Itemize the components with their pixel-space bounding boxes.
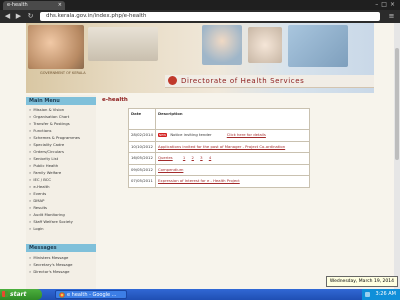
column-header-description: Description [155,108,310,130]
sidebar-item-results[interactable]: Results [29,204,47,211]
table-row: 07/05/2011 Expression of Interest for e … [128,175,310,188]
sidebar-item-speciality-cadre[interactable]: Speciality Cadre [29,141,64,148]
browser-toolbar: ◀ ▶ ↻ dhs.kerala.gov.in/index.php/e-heal… [0,10,400,23]
browser-tab-strip: e-health × –□× [0,0,400,10]
sidebar-item-family-welfare[interactable]: Family Welfare [29,169,61,176]
main-menu-heading: Main Menu [26,97,96,105]
row-date: 07/05/2011 [128,175,156,188]
sidebar-item-schemes[interactable]: Schemes & Programmes [29,134,80,141]
tab-title: e-health [7,2,28,8]
back-icon[interactable]: ◀ [3,12,12,21]
clock-tooltip: Wednesday, March 19, 2014 [325,276,398,287]
browser-menu-icon[interactable]: ≡ [387,12,396,21]
expression-of-interest-link[interactable]: Expression of Interest for e - Health Pr… [158,178,240,183]
window-controls[interactable]: –□× [375,1,398,9]
sidebar-item-staff-welfare[interactable]: Staff Welfare Society [29,218,73,225]
e-health-table: Date Description 28/02/2014 NEW Notice i… [128,108,310,188]
reload-icon[interactable]: ↻ [26,12,35,21]
row-date: 09/05/2012 [128,163,156,176]
sidebar-item-director-message[interactable]: Director's Message [29,268,69,275]
chrome-icon [59,292,65,298]
dhs-logo-icon [168,76,177,85]
forward-icon[interactable]: ▶ [14,12,23,21]
row-description: NEW Notice inviting tender Click here fo… [155,129,310,142]
taskbar-chrome-button[interactable]: e health - Google ... [55,290,127,299]
banner-photo-doctor [202,25,242,65]
tab-close-icon[interactable]: × [58,1,62,10]
banner-photo-family [88,27,158,61]
windows-logo-icon [2,291,8,297]
row-description: Compendium [155,163,310,176]
sidebar-item-iec-bcc[interactable]: IEC / BCC [29,176,51,183]
banner-photo-baby [248,27,282,63]
page-viewport: GOVERNMENT OF KERALA Directorate of Heal… [0,23,400,289]
row-date: 16/05/2012 [128,152,156,165]
sidebar-item-events[interactable]: Events [29,190,46,197]
page-link-2[interactable]: 2 [192,155,194,160]
column-header-date: Date [128,108,156,130]
sidebar-item-public-health[interactable]: Public Health [29,162,58,169]
network-icon[interactable] [365,292,370,297]
sidebar-item-audit-monitoring[interactable]: Audit Monitoring [29,211,64,218]
row-description: Expression of Interest for e - Health Pr… [155,175,310,188]
table-row: 10/10/2012 Applications invited for the … [128,140,310,153]
row-description: Queries 1 2 3 4 [155,152,310,165]
org-title: Directorate of Health Services [181,77,305,85]
compendium-link[interactable]: Compendium [158,167,183,172]
page-link-4[interactable]: 4 [209,155,211,160]
sidebar-item-dmap[interactable]: DMAP [29,197,44,204]
sidebar: Main Menu Mission & Vision Organisation … [26,95,96,289]
taskbar-button-label: e health - Google ... [67,292,117,298]
sidebar-item-mission-vision[interactable]: Mission & Vision [29,106,64,113]
queries-link[interactable]: Queries [158,155,173,160]
scrollbar-thumb[interactable] [395,48,399,160]
clock[interactable]: 3:26 AM [375,291,396,297]
banner-photo-mother-child [28,25,84,69]
sidebar-item-login[interactable]: Login [29,225,43,232]
row-description: Applications invited for the post of Man… [155,140,310,153]
page-link-3[interactable]: 3 [200,155,202,160]
new-badge: NEW [158,133,168,137]
sidebar-item-functions[interactable]: Functions [29,127,51,134]
details-link[interactable]: Click here for details [227,132,266,137]
sidebar-item-seniority-list[interactable]: Seniority List [29,155,58,162]
browser-tab[interactable]: e-health × [3,1,65,10]
sidebar-item-secretary-message[interactable]: Secretary's Message [29,261,72,268]
page-scrollbar[interactable] [394,23,400,289]
sidebar-item-transfer-postings[interactable]: Transfer & Postings [29,120,69,127]
system-tray: 3:26 AM [362,289,400,300]
sidebar-item-e-health[interactable]: e-Health [29,183,49,190]
row-date: 28/02/2014 [128,129,156,142]
table-row: 09/05/2012 Compendium [128,163,310,176]
applications-link[interactable]: Applications invited for the post of Man… [158,144,285,149]
taskbar: start e health - Google ... 3:26 AM [0,289,400,300]
row-text: Notice inviting tender [170,132,212,137]
start-label: start [10,291,27,298]
sidebar-item-ministers-message[interactable]: Ministers Message [29,254,68,261]
ministry-text: GOVERNMENT OF KERALA [40,71,86,75]
page-link-1[interactable]: 1 [183,155,185,160]
address-bar[interactable]: dhs.kerala.gov.in/index.php/e-health [40,12,380,21]
sidebar-item-orders[interactable]: Orders/Circulars [29,148,64,155]
table-row: 28/02/2014 NEW Notice inviting tender Cl… [128,129,310,142]
row-date: 10/10/2012 [128,140,156,153]
start-button[interactable]: start [0,289,42,300]
sidebar-item-organisation-chart[interactable]: Organisation Chart [29,113,69,120]
table-header-row: Date Description [128,108,310,130]
page-title: e-health [102,97,128,103]
banner-photo-surgeons [288,25,348,67]
table-row: 16/05/2012 Queries 1 2 3 4 [128,152,310,165]
messages-heading: Messages [26,244,96,252]
